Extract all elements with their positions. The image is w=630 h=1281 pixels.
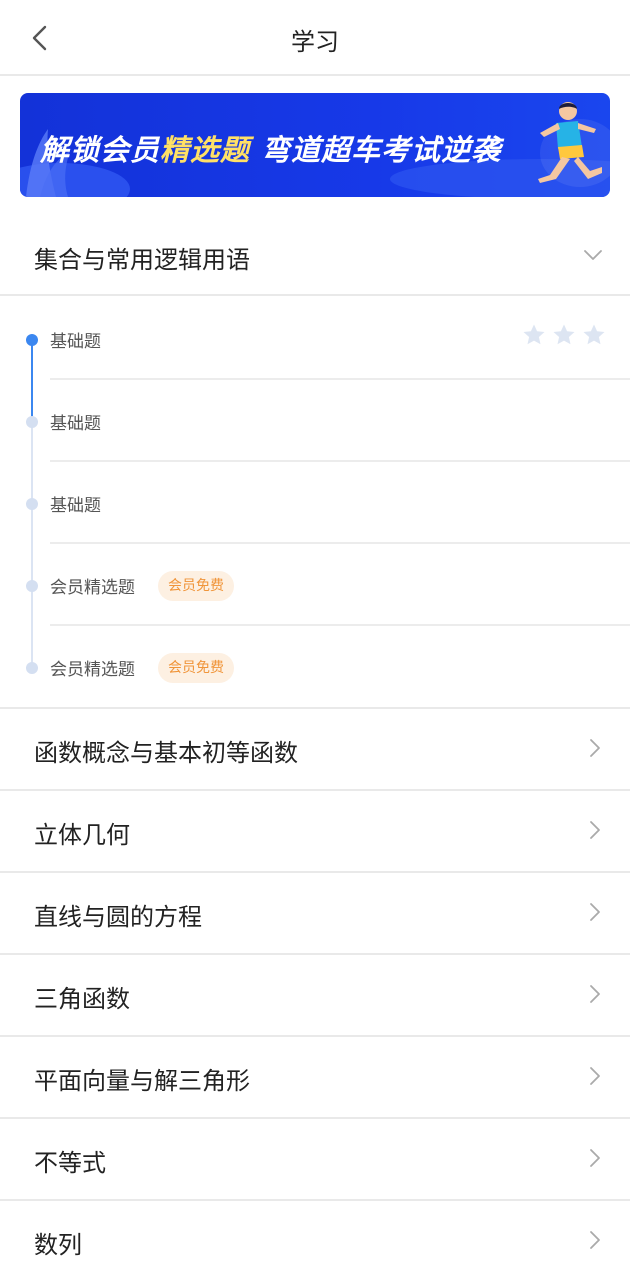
chapter-row[interactable]: 三角函数 [0,953,630,1035]
exercise-label: 基础题 [50,414,101,434]
section-header-expanded[interactable]: 集合与常用逻辑用语 [0,216,630,296]
chevron-right-icon [582,735,608,761]
top-bar: 学习 [0,0,630,76]
chapter-row[interactable]: 直线与圆的方程 [0,871,630,953]
exercise-item-member-2[interactable]: 会员精选题 会员免费 [0,626,630,708]
chapter-row[interactable]: 立体几何 [0,789,630,871]
section-title: 集合与常用逻辑用语 [34,246,250,274]
runner-illustration [538,102,602,183]
chevron-down-icon [580,242,606,268]
exercise-item-basic-1[interactable]: 基础题 [0,298,630,380]
star-icon [553,324,575,345]
chevron-right-icon [582,1145,608,1171]
chevron-right-icon [582,981,608,1007]
chapter-title: 平面向量与解三角形 [34,1067,250,1095]
exercise-item-member-1[interactable]: 会员精选题 会员免费 [0,544,630,626]
banner-text-highlight: 精选题 [160,133,251,167]
chapter-row[interactable]: 数列 [0,1199,630,1281]
star-icon [523,324,545,345]
chevron-right-icon [582,1227,608,1253]
timeline-dot [26,416,38,428]
member-free-badge: 会员免费 [158,653,234,683]
exercise-label: 会员精选题 [50,578,135,598]
chevron-right-icon [582,1063,608,1089]
chapter-row[interactable]: 不等式 [0,1117,630,1199]
exercise-item-basic-2[interactable]: 基础题 [0,380,630,462]
star-icon [583,324,605,345]
timeline-dot [26,498,38,510]
banner-text: 解锁会员精选题 弯道超车考试逆袭 [40,127,501,169]
chapter-row[interactable]: 函数概念与基本初等函数 [0,707,630,789]
exercise-item-basic-3[interactable]: 基础题 [0,462,630,544]
timeline-dot [26,580,38,592]
timeline-dot [26,662,38,674]
member-promo-banner[interactable]: 解锁会员精选题 弯道超车考试逆袭 [20,93,610,197]
chapter-title: 数列 [34,1231,82,1259]
exercise-label: 基础题 [50,332,101,352]
chapter-title: 三角函数 [34,985,130,1013]
chevron-right-icon [582,899,608,925]
star-rating [522,323,606,347]
chapter-title: 函数概念与基本初等函数 [34,739,298,767]
chapter-row[interactable]: 平面向量与解三角形 [0,1035,630,1117]
banner-text-part1: 解锁会员 [40,133,161,167]
timeline-dot-active [26,334,38,346]
exercise-label: 基础题 [50,496,101,516]
member-free-badge: 会员免费 [158,571,234,601]
exercise-label: 会员精选题 [50,660,135,680]
chapter-title: 立体几何 [34,821,130,849]
banner-text-part3: 弯道超车考试逆袭 [250,133,502,167]
chapter-title: 不等式 [34,1149,106,1177]
chapter-title: 直线与圆的方程 [34,903,202,931]
page-title: 学习 [291,28,339,56]
chevron-right-icon [582,817,608,843]
